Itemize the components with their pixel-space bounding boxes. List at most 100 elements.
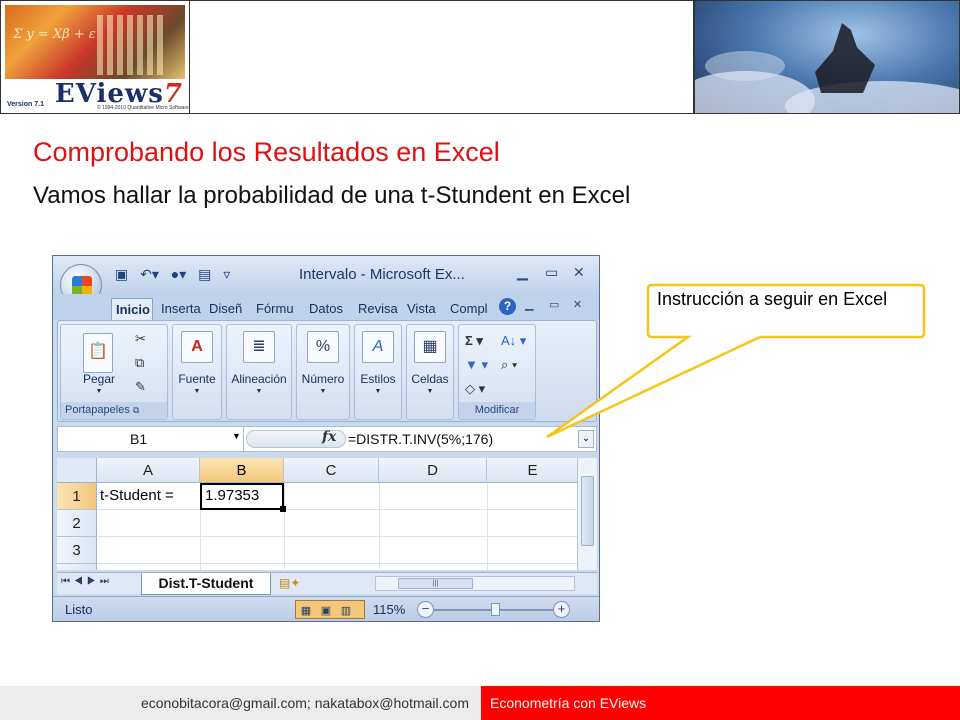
tab-vista[interactable]: Vista <box>403 298 445 320</box>
zoom-level[interactable]: 115% <box>373 602 405 617</box>
column-header-b[interactable]: B <box>200 458 284 483</box>
group-numero: % Número ▼ <box>296 324 350 420</box>
cells-icon[interactable]: ▦ <box>414 331 446 363</box>
clear-icon[interactable]: ◇ ▾ <box>465 381 485 397</box>
slide-subtitle: Vamos hallar la probabilidad de una t-St… <box>33 182 631 209</box>
save-icon[interactable]: ▣ <box>115 266 128 282</box>
ribbon-minimize-icon[interactable]: ▁ <box>525 298 533 311</box>
tab-revisar[interactable]: Revisa <box>354 298 402 320</box>
dialog-launcher-icon[interactable]: ⧉ <box>133 405 139 415</box>
formula-input[interactable]: =DISTR.T.INV(5%;176) <box>348 427 493 451</box>
name-box-dropdown-icon[interactable]: ▼ <box>232 431 241 441</box>
maximize-icon[interactable]: ▭ <box>545 264 558 281</box>
sort-filter-icon[interactable]: A↓ ▾ <box>501 333 526 349</box>
fuente-label[interactable]: Fuente <box>173 372 221 386</box>
find-select-icon[interactable]: ⌕ ▾ <box>501 357 517 373</box>
close-icon[interactable]: ✕ <box>573 264 585 281</box>
header-banner: Σ y = Xβ + ε EViews7 Version 7.1 © 1994-… <box>0 0 960 114</box>
paste-icon[interactable]: 📋 <box>83 333 113 373</box>
row-header-2[interactable]: 2 <box>57 510 97 537</box>
celdas-label[interactable]: Celdas <box>407 372 453 386</box>
undo-icon[interactable]: ↶▾ <box>140 266 159 282</box>
zoom-slider-track[interactable] <box>425 609 555 611</box>
page-layout-icon[interactable]: ▣ <box>316 603 336 620</box>
celdas-dropdown-icon[interactable]: ▼ <box>407 388 453 395</box>
numero-dropdown-icon[interactable]: ▼ <box>297 388 349 395</box>
horizontal-scroll-thumb[interactable]: ||| <box>398 578 473 589</box>
group-modificar: Σ ▾ A↓ ▾ ▼ ▾ ⌕ ▾ ◇ ▾ Modificar <box>458 324 536 420</box>
cell-b1[interactable]: 1.97353 <box>200 483 286 512</box>
logo-version: Version 7.1 <box>7 101 44 108</box>
zoom-in-icon[interactable]: + <box>553 601 570 618</box>
alineacion-dropdown-icon[interactable]: ▼ <box>227 388 291 395</box>
fuente-dropdown-icon[interactable]: ▼ <box>173 388 221 395</box>
banner-blank-panel <box>190 0 694 114</box>
insert-function-icon[interactable]: fx <box>322 429 336 445</box>
group-estilos: A Estilos ▼ <box>354 324 402 420</box>
group-celdas: ▦ Celdas ▼ <box>406 324 454 420</box>
vertical-scroll-thumb[interactable] <box>581 476 594 546</box>
excel-window: ▣ ↶▾ ●▾ ▤ ▿ Intervalo - Microsoft Ex... … <box>52 255 600 622</box>
tab-formulas[interactable]: Fórmu <box>252 298 302 320</box>
ribbon-close-icon[interactable]: ✕ <box>573 298 582 311</box>
column-header-d[interactable]: D <box>379 458 487 483</box>
row-header-3[interactable]: 3 <box>57 537 97 564</box>
tab-diseno[interactable]: Diseñ <box>205 298 249 320</box>
select-all-corner[interactable] <box>57 458 97 483</box>
expand-formula-bar-icon[interactable]: ⌄ <box>578 430 594 448</box>
sheet-nav-buttons[interactable]: ⏮◀▶⏭ <box>61 576 113 587</box>
tab-complementos[interactable]: Compl <box>446 298 490 320</box>
tab-insertar[interactable]: Inserta <box>157 298 201 320</box>
minimize-icon[interactable]: ▁ <box>517 264 528 281</box>
customize-qat-icon[interactable]: ▿ <box>223 266 230 282</box>
print-preview-icon[interactable]: ▤ <box>198 266 211 282</box>
logo-copyright: © 1994-2010 Quantitative Micro Software <box>97 105 189 111</box>
styles-icon[interactable]: A <box>362 331 394 363</box>
view-buttons: ▦ ▣ ▥ <box>295 600 365 619</box>
office-logo-icon <box>72 276 92 296</box>
vertical-scrollbar[interactable] <box>577 458 597 570</box>
group-portapapeles: 📋 Pegar ▼ ✂ ⧉ ✎ Portapapeles ⧉ <box>60 324 168 420</box>
grid-row-3 <box>97 537 577 564</box>
horizontal-scrollbar[interactable]: ||| <box>375 576 575 591</box>
eviews-logo: Σ y = Xβ + ε EViews7 Version 7.1 © 1994-… <box>0 0 190 114</box>
footer-course: Econometría con EViews <box>481 686 960 720</box>
help-icon[interactable]: ? <box>499 298 516 315</box>
pegar-dropdown-icon[interactable]: ▼ <box>61 388 137 395</box>
zoom-out-icon[interactable]: − <box>417 601 434 618</box>
name-box[interactable]: B1 <box>58 427 244 451</box>
column-header-e[interactable]: E <box>487 458 577 483</box>
row-header-4[interactable]: 4 <box>57 564 97 570</box>
page-break-icon[interactable]: ▥ <box>336 603 356 620</box>
tab-datos[interactable]: Datos <box>305 298 353 320</box>
logo-artwork: Σ y = Xβ + ε <box>5 5 185 79</box>
insert-sheet-icon[interactable]: ▤✦ <box>279 576 300 590</box>
tab-inicio[interactable]: Inicio <box>111 298 153 320</box>
status-bar: Listo ▦ ▣ ▥ 115% − + <box>53 596 599 621</box>
autosum-icon[interactable]: Σ ▾ <box>465 333 483 349</box>
zoom-slider-knob[interactable] <box>491 603 500 616</box>
normal-view-icon[interactable]: ▦ <box>296 603 316 620</box>
alineacion-label[interactable]: Alineación <box>227 372 291 386</box>
redo-icon[interactable]: ●▾ <box>171 266 186 282</box>
font-color-icon[interactable]: A <box>181 331 213 363</box>
row-header-1[interactable]: 1 <box>57 483 97 510</box>
align-icon[interactable]: ≣ <box>243 331 275 363</box>
copy-icon[interactable]: ⧉ <box>135 355 144 371</box>
ribbon-tabs: Inicio Inserta Diseñ Fórmu Datos Revisa … <box>53 294 599 320</box>
numero-label[interactable]: Número <box>297 372 349 386</box>
group-alineacion: ≣ Alineación ▼ <box>226 324 292 420</box>
column-header-c[interactable]: C <box>284 458 379 483</box>
estilos-label[interactable]: Estilos <box>355 372 401 386</box>
format-painter-icon[interactable]: ✎ <box>135 379 146 395</box>
sheet-tab-dist-t-student[interactable]: Dist.T-Student <box>141 573 271 595</box>
sheet-tab-bar: ⏮◀▶⏭ Dist.T-Student ▤✦ ||| <box>57 572 597 595</box>
fill-icon[interactable]: ▼ ▾ <box>465 357 488 373</box>
ribbon-restore-icon[interactable]: ▭ <box>549 298 559 311</box>
percent-icon[interactable]: % <box>307 331 339 363</box>
cell-a1[interactable]: t-Student = <box>97 483 200 510</box>
pegar-label[interactable]: Pegar <box>61 372 137 386</box>
estilos-dropdown-icon[interactable]: ▼ <box>355 388 401 395</box>
cut-icon[interactable]: ✂ <box>135 331 146 347</box>
column-header-a[interactable]: A <box>97 458 200 483</box>
